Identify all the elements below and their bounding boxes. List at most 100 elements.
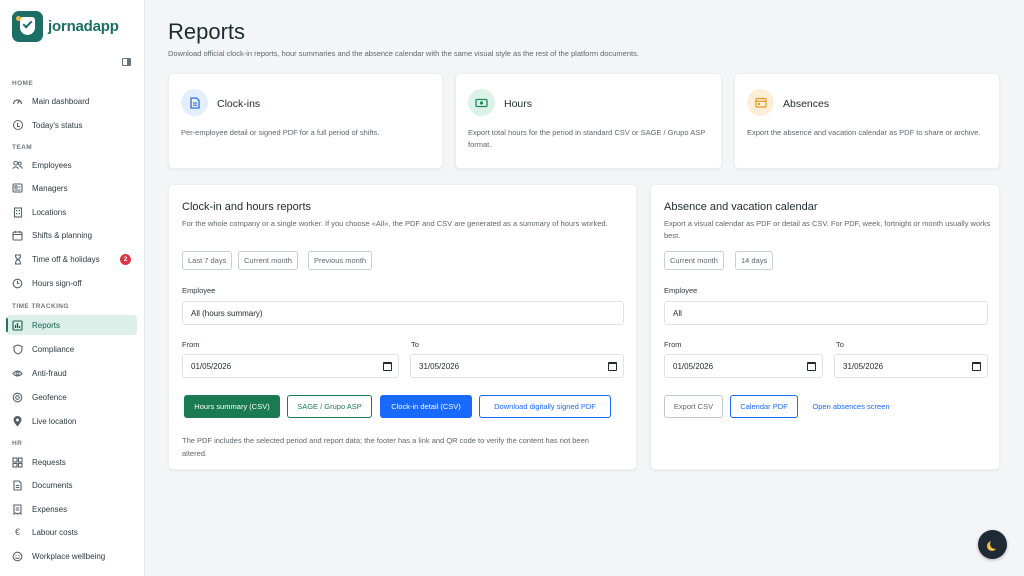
export-csv-button[interactable]: Export CSV: [664, 395, 723, 418]
chip-14-days[interactable]: 14 days: [735, 251, 774, 270]
app-name: jornadapp: [48, 18, 119, 35]
dashboard-icon: [12, 96, 23, 107]
sage-grupo-asp-button[interactable]: SAGE / Grupo ASP: [287, 395, 372, 418]
sidebar-item-main-dashboard[interactable]: Main dashboard: [6, 91, 137, 111]
app-logo[interactable]: jornadapp: [12, 11, 119, 42]
requests-icon: [12, 456, 23, 468]
summary-card-hours[interactable]: Hours Export total hours for the period …: [455, 73, 722, 169]
sidebar-item-label: Labour costs: [32, 527, 78, 537]
sidebar-item-employees[interactable]: Employees: [6, 155, 137, 175]
sidebar-item-label: Live location: [32, 416, 77, 426]
collapse-sidebar-icon[interactable]: [122, 58, 131, 66]
to-date-value: 31/05/2026: [419, 361, 460, 371]
summary-card-description: Per-employee detail or signed PDF for a …: [181, 128, 380, 137]
chip-previous-month[interactable]: Previous month: [308, 251, 373, 270]
chip-last-7-days[interactable]: Last 7 days: [182, 251, 233, 270]
panel-title: Absence and vacation calendar: [664, 201, 818, 213]
dark-mode-toggle[interactable]: [978, 530, 1007, 559]
hourglass-icon: [12, 253, 23, 265]
from-date-value: 01/05/2026: [673, 361, 714, 371]
shield-icon: [12, 343, 23, 355]
sidebar-item-workplace-wellbeing[interactable]: Workplace wellbeing: [6, 546, 137, 566]
panel-description: For the whole company or a single worker…: [182, 219, 608, 228]
sidebar-item-expenses[interactable]: Expenses: [6, 499, 137, 519]
employee-select[interactable]: All: [664, 301, 988, 325]
sidebar-item-label: Requests: [32, 457, 66, 467]
sidebar: jornadapp HOME Main dashboard Today's st…: [0, 0, 145, 576]
sidebar-item-label: Hours sign-off: [32, 278, 82, 288]
clockin-reports-panel: Clock-in and hours reports For the whole…: [168, 184, 637, 470]
page-subtitle: Download official clock-in reports, hour…: [168, 49, 639, 58]
sidebar-item-live-location[interactable]: Live location: [6, 411, 137, 431]
chip-current-month[interactable]: Current month: [664, 251, 724, 270]
logo-icon: [12, 11, 43, 42]
hours-signoff-icon: [12, 278, 23, 289]
sidebar-item-label: Shifts & planning: [32, 230, 93, 240]
chip-current-month[interactable]: Current month: [238, 251, 298, 270]
nav-section-time-tracking: TIME TRACKING: [12, 303, 69, 310]
users-icon: [12, 160, 23, 171]
panel-description: Export a visual calendar as PDF or detai…: [664, 219, 991, 240]
sidebar-item-label: Managers: [32, 183, 68, 193]
sidebar-item-time-off-holidays[interactable]: Time off & holidays 2: [6, 249, 137, 269]
nav-section-team: TEAM: [12, 144, 33, 151]
pdf-verification-note: The PDF includes the selected period and…: [182, 436, 589, 458]
sidebar-item-hours-signoff[interactable]: Hours sign-off: [6, 273, 137, 293]
summary-card-title: Absences: [783, 98, 830, 110]
employee-select-value: All: [673, 308, 682, 318]
chart-icon: [12, 319, 23, 331]
from-date-input[interactable]: 01/05/2026: [182, 354, 399, 378]
globe-icon: [12, 392, 23, 403]
hours-summary-csv-button[interactable]: Hours summary (CSV): [184, 395, 280, 418]
money-icon: [468, 89, 495, 116]
nav-section-home: HOME: [12, 80, 34, 87]
sidebar-item-compliance[interactable]: Compliance: [6, 339, 137, 359]
sidebar-item-requests[interactable]: Requests: [6, 452, 137, 472]
calendar-icon[interactable]: [807, 362, 816, 371]
calendar-icon[interactable]: [608, 362, 617, 371]
download-signed-pdf-button[interactable]: Download digitally signed PDF: [479, 395, 611, 418]
calendar-icon[interactable]: [383, 362, 392, 371]
clock-icon: [12, 120, 23, 131]
sidebar-item-label: Expenses: [32, 504, 68, 514]
sidebar-item-todays-status[interactable]: Today's status: [6, 115, 137, 135]
summary-card-title: Clock-ins: [217, 98, 261, 110]
open-absences-screen-link[interactable]: Open absences screen: [805, 395, 897, 418]
calendar-icon[interactable]: [972, 362, 981, 371]
eye-icon: [12, 368, 23, 379]
clockin-detail-csv-button[interactable]: Clock-in detail (CSV): [380, 395, 472, 418]
sidebar-item-anti-fraud[interactable]: Anti-fraud: [6, 363, 137, 383]
to-date-value: 31/05/2026: [843, 361, 884, 371]
sidebar-item-labour-costs[interactable]: € Labour costs: [6, 522, 137, 542]
calendar-pdf-button[interactable]: Calendar PDF: [730, 395, 798, 418]
building-icon: [12, 206, 23, 218]
sidebar-item-locations[interactable]: Locations: [6, 202, 137, 222]
sidebar-item-reports[interactable]: Reports: [6, 315, 137, 335]
summary-card-absences[interactable]: Absences Export the absence and vacation…: [734, 73, 1000, 169]
summary-card-clockins[interactable]: Clock-ins Per-employee detail or signed …: [168, 73, 443, 169]
sidebar-item-documents[interactable]: Documents: [6, 475, 137, 495]
sidebar-item-label: Documents: [32, 480, 73, 490]
from-label: From: [664, 340, 682, 349]
employee-label: Employee: [664, 286, 698, 295]
summary-card-description: Export total hours for the period in sta…: [468, 128, 706, 149]
nav-section-hr: HR: [12, 440, 23, 447]
managers-icon: [12, 183, 23, 194]
smile-icon: [12, 551, 23, 562]
document-icon: [181, 89, 208, 116]
from-date-input[interactable]: 01/05/2026: [664, 354, 823, 378]
sidebar-item-label: Today's status: [32, 120, 83, 130]
employee-select[interactable]: All (hours summary): [182, 301, 624, 325]
panel-title: Clock-in and hours reports: [182, 201, 312, 213]
to-date-input[interactable]: 31/05/2026: [834, 354, 988, 378]
calendar-icon: [12, 230, 23, 241]
sidebar-item-managers[interactable]: Managers: [6, 178, 137, 198]
sidebar-item-geofence[interactable]: Geofence: [6, 387, 137, 407]
to-date-input[interactable]: 31/05/2026: [410, 354, 624, 378]
employee-label: Employee: [182, 286, 216, 295]
receipt-icon: [12, 503, 23, 515]
sidebar-item-label: Locations: [32, 207, 67, 217]
summary-card-title: Hours: [504, 98, 533, 110]
summary-card-description: Export the absence and vacation calendar…: [747, 128, 981, 137]
sidebar-item-shifts-planning[interactable]: Shifts & planning: [6, 225, 137, 245]
